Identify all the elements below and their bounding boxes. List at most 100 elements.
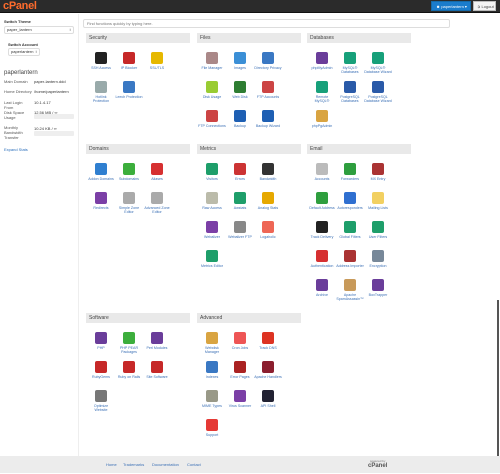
item-mx-entry[interactable]: MX Entry — [364, 162, 392, 191]
item-webalizer-ftp[interactable]: Webalizer FTP — [226, 220, 254, 249]
item-awstats[interactable]: Awstats — [226, 191, 254, 220]
item-autoresponders[interactable]: Autoresponders — [336, 191, 364, 220]
item-mime-types[interactable]: MIME Types — [198, 389, 226, 418]
item-label: Addon Domains — [88, 177, 114, 181]
item-php[interactable]: PHP — [87, 331, 115, 360]
images-icon — [234, 52, 246, 64]
item-subdomains[interactable]: Subdomains — [115, 162, 143, 191]
account-select[interactable]: paperlantern — [8, 48, 40, 56]
item-ftp-accounts[interactable]: FTP Accounts — [254, 80, 282, 109]
item-global-filters[interactable]: Global Filters — [336, 220, 364, 249]
scrollbar[interactable] — [497, 300, 499, 470]
item-encryption[interactable]: Encryption — [364, 249, 392, 278]
item-cron-jobs[interactable]: Cron Jobs — [226, 331, 254, 360]
item-visitors[interactable]: Visitors — [198, 162, 226, 191]
footer-link-contact[interactable]: Contact — [187, 462, 201, 467]
item-images[interactable]: Images — [226, 51, 254, 80]
item-virus-scanner[interactable]: Virus Scanner — [226, 389, 254, 418]
item-aliases[interactable]: Aliases — [143, 162, 171, 191]
item-raw-access[interactable]: Raw Access — [198, 191, 226, 220]
item-accounts[interactable]: Accounts — [308, 162, 336, 191]
item-mysql-database-wizard[interactable]: MySQL® Database Wizard — [364, 51, 392, 80]
item-bandwidth[interactable]: Bandwidth — [254, 162, 282, 191]
item-default-address[interactable]: Default Address — [308, 191, 336, 220]
item-webdisk-manager[interactable]: Webdisk Manager — [198, 331, 226, 360]
cpanel-logo[interactable]: cPanel — [3, 0, 37, 13]
item-forwarders[interactable]: Forwarders — [336, 162, 364, 191]
section-header[interactable]: Metrics — [197, 144, 301, 154]
mysql-database-wizard-icon — [372, 52, 384, 64]
item-label: Webalizer FTP — [228, 235, 252, 239]
item-ssh-access[interactable]: SSH Access — [87, 51, 115, 80]
item-directory-privacy[interactable]: Directory Privacy — [254, 51, 282, 80]
section-header[interactable]: Databases — [307, 33, 411, 43]
item-track-dns[interactable]: Track DNS — [254, 331, 282, 360]
section-header[interactable]: Software — [86, 313, 190, 323]
item-logaholic[interactable]: Logaholic — [254, 220, 282, 249]
item-backup[interactable]: Backup — [226, 109, 254, 138]
search-input[interactable] — [83, 19, 450, 28]
ssh-access-icon — [95, 52, 107, 64]
user-menu-button[interactable]: ☻ paperlantern ▾ — [431, 1, 471, 11]
footer-link-trademarks[interactable]: Trademarks — [123, 462, 144, 467]
item-web-disk[interactable]: Web Disk — [226, 80, 254, 109]
item-addon-domains[interactable]: Addon Domains — [87, 162, 115, 191]
item-ftp-connections[interactable]: FTP Connections — [198, 109, 226, 138]
logout-button[interactable]: ➲ Logout — [473, 1, 496, 11]
item-ip-blocker[interactable]: IP Blocker — [115, 51, 143, 80]
expand-stats-link[interactable]: Expand Stats — [4, 147, 28, 152]
addon-domains-icon — [95, 163, 107, 175]
item-redirects[interactable]: Redirects — [87, 191, 115, 220]
item-support[interactable]: Support — [198, 418, 226, 447]
item-label: Awstats — [233, 206, 247, 210]
item-hotlink-protection[interactable]: Hotlink Protection — [87, 80, 115, 109]
item-phpmyadmin[interactable]: phpMyAdmin — [308, 51, 336, 80]
item-file-manager[interactable]: File Manager — [198, 51, 226, 80]
section-header[interactable]: Email — [307, 144, 411, 154]
item-rubygems[interactable]: RubyGems — [87, 360, 115, 389]
section-header[interactable]: Advanced — [197, 313, 301, 323]
item-label: Perl Modules — [146, 346, 168, 350]
item-address-importer[interactable]: Address Importer — [336, 249, 364, 278]
item-remote-mysql[interactable]: Remote MySQL® — [308, 80, 336, 109]
item-ruby-on-rails[interactable]: Ruby on Rails — [115, 360, 143, 389]
item-user-filters[interactable]: User Filters — [364, 220, 392, 249]
section-header[interactable]: Domains — [86, 144, 190, 154]
item-advanced-zone-editor[interactable]: Advanced Zone Editor — [143, 191, 171, 220]
footer-link-home[interactable]: Home — [106, 462, 117, 467]
item-simple-zone-editor[interactable]: Simple Zone Editor — [115, 191, 143, 220]
item-backup-wizard[interactable]: Backup Wizard — [254, 109, 282, 138]
item-analog-stats[interactable]: Analog Stats — [254, 191, 282, 220]
theme-select[interactable]: paper_lantern — [4, 26, 74, 34]
item-indexes[interactable]: Indexes — [198, 360, 226, 389]
item-error-pages[interactable]: Error Pages — [226, 360, 254, 389]
item-apache-spamassassin[interactable]: Apache SpamAssassin™ — [336, 278, 364, 307]
item-php-pear-packages[interactable]: PHP PEAR Packages — [115, 331, 143, 360]
sidebar: Switch Theme paper_lantern Switch Accoun… — [0, 14, 79, 456]
item-leech-protection[interactable]: Leech Protection — [115, 80, 143, 109]
item-apache-handlers[interactable]: Apache Handlers — [254, 360, 282, 389]
item-disk-usage[interactable]: Disk Usage — [198, 80, 226, 109]
item-label: Aliases — [151, 177, 163, 181]
item-archive[interactable]: Archive — [308, 278, 336, 307]
item-track-delivery[interactable]: Track Delivery — [308, 220, 336, 249]
item-postgresql-database-wizard[interactable]: PostgreSQL Database Wizard — [364, 80, 392, 109]
item-authentication[interactable]: Authentication — [308, 249, 336, 278]
item-api-shell[interactable]: API Shell — [254, 389, 282, 418]
item-webalizer[interactable]: Webalizer — [198, 220, 226, 249]
section-header[interactable]: Files — [197, 33, 301, 43]
item-phppgadmin[interactable]: phpPgAdmin — [308, 109, 336, 138]
item-mailing-lists[interactable]: Mailing Lists — [364, 191, 392, 220]
item-postgresql-databases[interactable]: PostgreSQL Databases — [336, 80, 364, 109]
item-metrics-editor[interactable]: Metrics Editor — [198, 249, 226, 278]
section-header[interactable]: Security — [86, 33, 190, 43]
track-delivery-icon — [316, 221, 328, 233]
footer-link-documentation[interactable]: Documentation — [152, 462, 179, 467]
item-site-software[interactable]: Site Software — [143, 360, 171, 389]
item-ssl-tls[interactable]: SSL/TLS — [143, 51, 171, 80]
item-perl-modules[interactable]: Perl Modules — [143, 331, 171, 360]
item-mysql-databases[interactable]: MySQL® Databases — [336, 51, 364, 80]
item-optimize-website[interactable]: Optimize Website — [87, 389, 115, 418]
item-errors[interactable]: Errors — [226, 162, 254, 191]
item-boxtrapper[interactable]: BoxTrapper — [364, 278, 392, 307]
